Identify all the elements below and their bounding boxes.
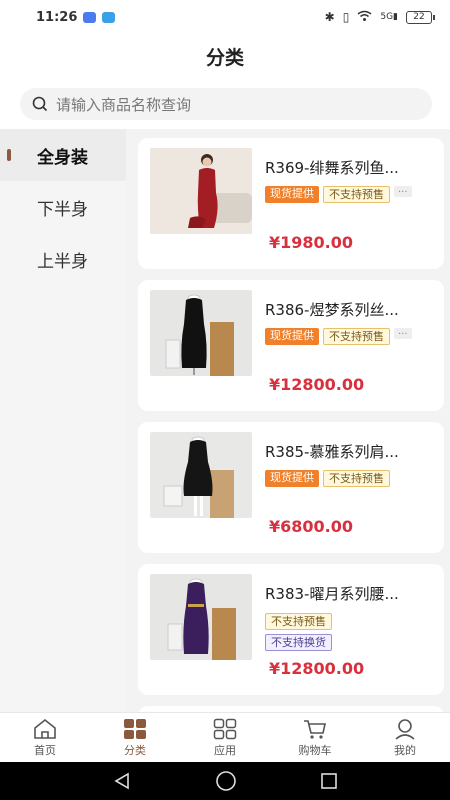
tag-no-presale: 不支持预售 <box>265 613 332 630</box>
category-icon <box>124 719 146 739</box>
product-card[interactable]: R383-曜月系列腰... 不支持预售 不支持换货 ¥12800.00 <box>138 564 444 695</box>
product-tags: 现货提供 不支持预售 <box>265 470 435 487</box>
tab-label: 首页 <box>34 744 56 757</box>
tag-in-stock: 现货提供 <box>265 186 319 203</box>
category-sidebar: 全身装 下半身 上半身 <box>0 129 126 712</box>
bluetooth-icon: ✱ <box>324 10 335 24</box>
recent-apps-icon[interactable] <box>320 772 338 790</box>
status-bar: 11:26 ✱ ▯ 5G▮ 22 <box>0 0 450 34</box>
product-card[interactable]: R386-煜梦系列丝... 现货提供 不支持预售 ... ¥12800.00 <box>138 280 444 411</box>
status-time: 11:26 <box>36 9 78 25</box>
cart-icon <box>304 720 326 739</box>
tag-more-icon[interactable]: ... <box>394 185 412 197</box>
tab-label: 购物车 <box>298 744 332 757</box>
sidebar-item-label: 下半身 <box>37 199 88 220</box>
product-title: R385-慕雅系列肩... <box>265 443 399 461</box>
product-tags: 现货提供 不支持预售 ... <box>265 185 435 203</box>
home-circle-icon[interactable] <box>215 770 237 792</box>
tab-home[interactable]: 首页 <box>0 713 90 762</box>
tag-more-icon[interactable]: ... <box>394 327 412 339</box>
product-card[interactable]: R385-慕雅系列肩... 现货提供 不支持预售 ¥6800.00 <box>138 422 444 553</box>
home-icon <box>34 718 56 739</box>
product-price: ¥1980.00 <box>269 233 354 252</box>
tab-label: 分类 <box>124 744 146 757</box>
search-bar[interactable]: 请输入商品名称查询 <box>20 88 432 120</box>
product-price: ¥12800.00 <box>269 659 365 678</box>
tag-in-stock: 现货提供 <box>265 328 319 345</box>
product-image <box>150 290 252 376</box>
tab-profile[interactable]: 我的 <box>360 713 450 762</box>
mail-app-notification-icon <box>83 11 97 23</box>
page-title: 分类 <box>205 46 244 69</box>
search-placeholder: 请输入商品名称查询 <box>56 95 192 114</box>
tab-label: 应用 <box>214 744 236 757</box>
product-card[interactable]: R369-绯舞系列鱼... 现货提供 不支持预售 ... ¥1980.00 <box>138 138 444 269</box>
product-title: R369-绯舞系列鱼... <box>265 159 399 177</box>
tab-category[interactable]: 分类 <box>90 713 180 762</box>
tab-cart[interactable]: 购物车 <box>270 713 360 762</box>
sidebar-item-full-body[interactable]: 全身装 <box>0 129 126 181</box>
product-tags: 不支持预售 不支持换货 <box>265 613 435 651</box>
product-image <box>150 432 252 518</box>
system-navigation-bar <box>0 762 450 800</box>
battery-icon: 22 <box>406 10 435 24</box>
tag-no-presale: 不支持预售 <box>323 328 390 345</box>
product-title: R383-曜月系列腰... <box>265 585 399 603</box>
product-price: ¥6800.00 <box>269 517 354 536</box>
bottom-tab-bar: 首页 分类 应用 购物车 我的 <box>0 712 450 762</box>
tag-no-presale: 不支持预售 <box>323 186 390 203</box>
product-tags: 现货提供 不支持预售 ... <box>265 327 435 345</box>
profile-icon <box>395 719 415 740</box>
sidebar-item-upper-body[interactable]: 上半身 <box>0 233 126 285</box>
product-image <box>150 574 252 660</box>
network-type: 5G <box>380 12 394 22</box>
tag-no-exchange: 不支持换货 <box>265 634 332 651</box>
wifi-icon <box>357 10 372 25</box>
sidebar-item-label: 上半身 <box>37 251 88 272</box>
tag-in-stock: 现货提供 <box>265 470 319 487</box>
cloud-app-notification-icon <box>102 11 116 23</box>
vibrate-icon: ▯ <box>342 10 350 24</box>
product-image <box>150 148 252 234</box>
tab-apps[interactable]: 应用 <box>180 713 270 762</box>
status-indicators: ✱ ▯ 5G▮ 22 <box>324 10 435 25</box>
product-price: ¥12800.00 <box>269 375 365 394</box>
product-title: R386-煜梦系列丝... <box>265 301 399 319</box>
sidebar-item-label: 全身装 <box>37 147 88 168</box>
sidebar-item-lower-body[interactable]: 下半身 <box>0 181 126 233</box>
search-icon <box>32 96 48 112</box>
apps-icon <box>213 718 237 740</box>
battery-level: 22 <box>413 11 425 22</box>
page-header: 分类 <box>0 34 450 78</box>
back-icon[interactable] <box>112 772 132 790</box>
tab-label: 我的 <box>394 744 416 757</box>
product-list: R369-绯舞系列鱼... 现货提供 不支持预售 ... ¥1980.00 R3… <box>126 129 450 712</box>
signal-icon: 5G▮ <box>380 12 398 22</box>
tag-no-presale: 不支持预售 <box>323 470 390 487</box>
